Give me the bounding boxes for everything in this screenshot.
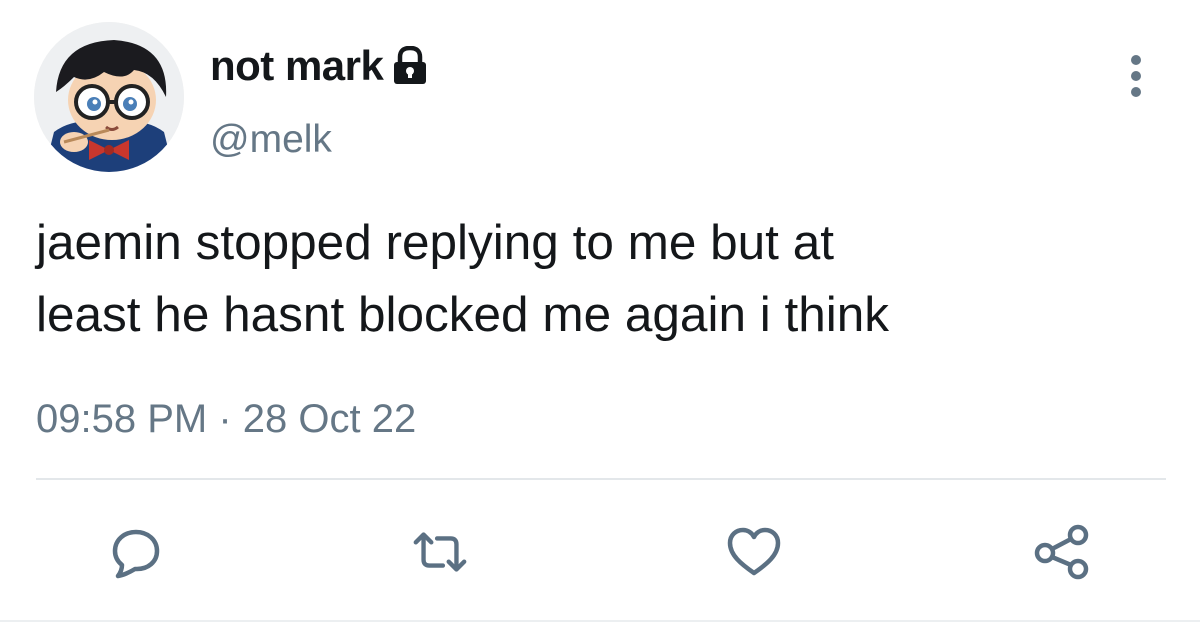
- retweet-button[interactable]: [410, 522, 470, 582]
- tweet-timestamp[interactable]: 09:58 PM · 28 Oct 22: [36, 394, 416, 444]
- reply-icon: [112, 529, 160, 579]
- display-name[interactable]: not mark: [210, 40, 384, 92]
- divider: [36, 478, 1166, 480]
- tweet-text: jaemin stopped replying to me but at lea…: [36, 215, 890, 342]
- share-icon: [1034, 524, 1089, 580]
- tweet-date: 28 Oct 22: [242, 397, 417, 441]
- author-name-row[interactable]: not mark: [210, 40, 429, 92]
- retweet-icon: [413, 532, 467, 572]
- author-handle[interactable]: @melk: [210, 116, 332, 164]
- tweet-time: 09:58 PM: [36, 397, 208, 441]
- share-button[interactable]: [1032, 522, 1092, 582]
- reply-button[interactable]: [106, 522, 166, 582]
- avatar-image: [34, 22, 184, 172]
- bottom-divider: [0, 620, 1200, 622]
- lock-icon: [391, 45, 429, 86]
- heart-icon: [727, 527, 781, 576]
- more-options-icon[interactable]: [1124, 52, 1148, 100]
- like-button[interactable]: [724, 522, 784, 582]
- avatar[interactable]: [34, 22, 184, 172]
- meta-separator: ·: [218, 397, 232, 441]
